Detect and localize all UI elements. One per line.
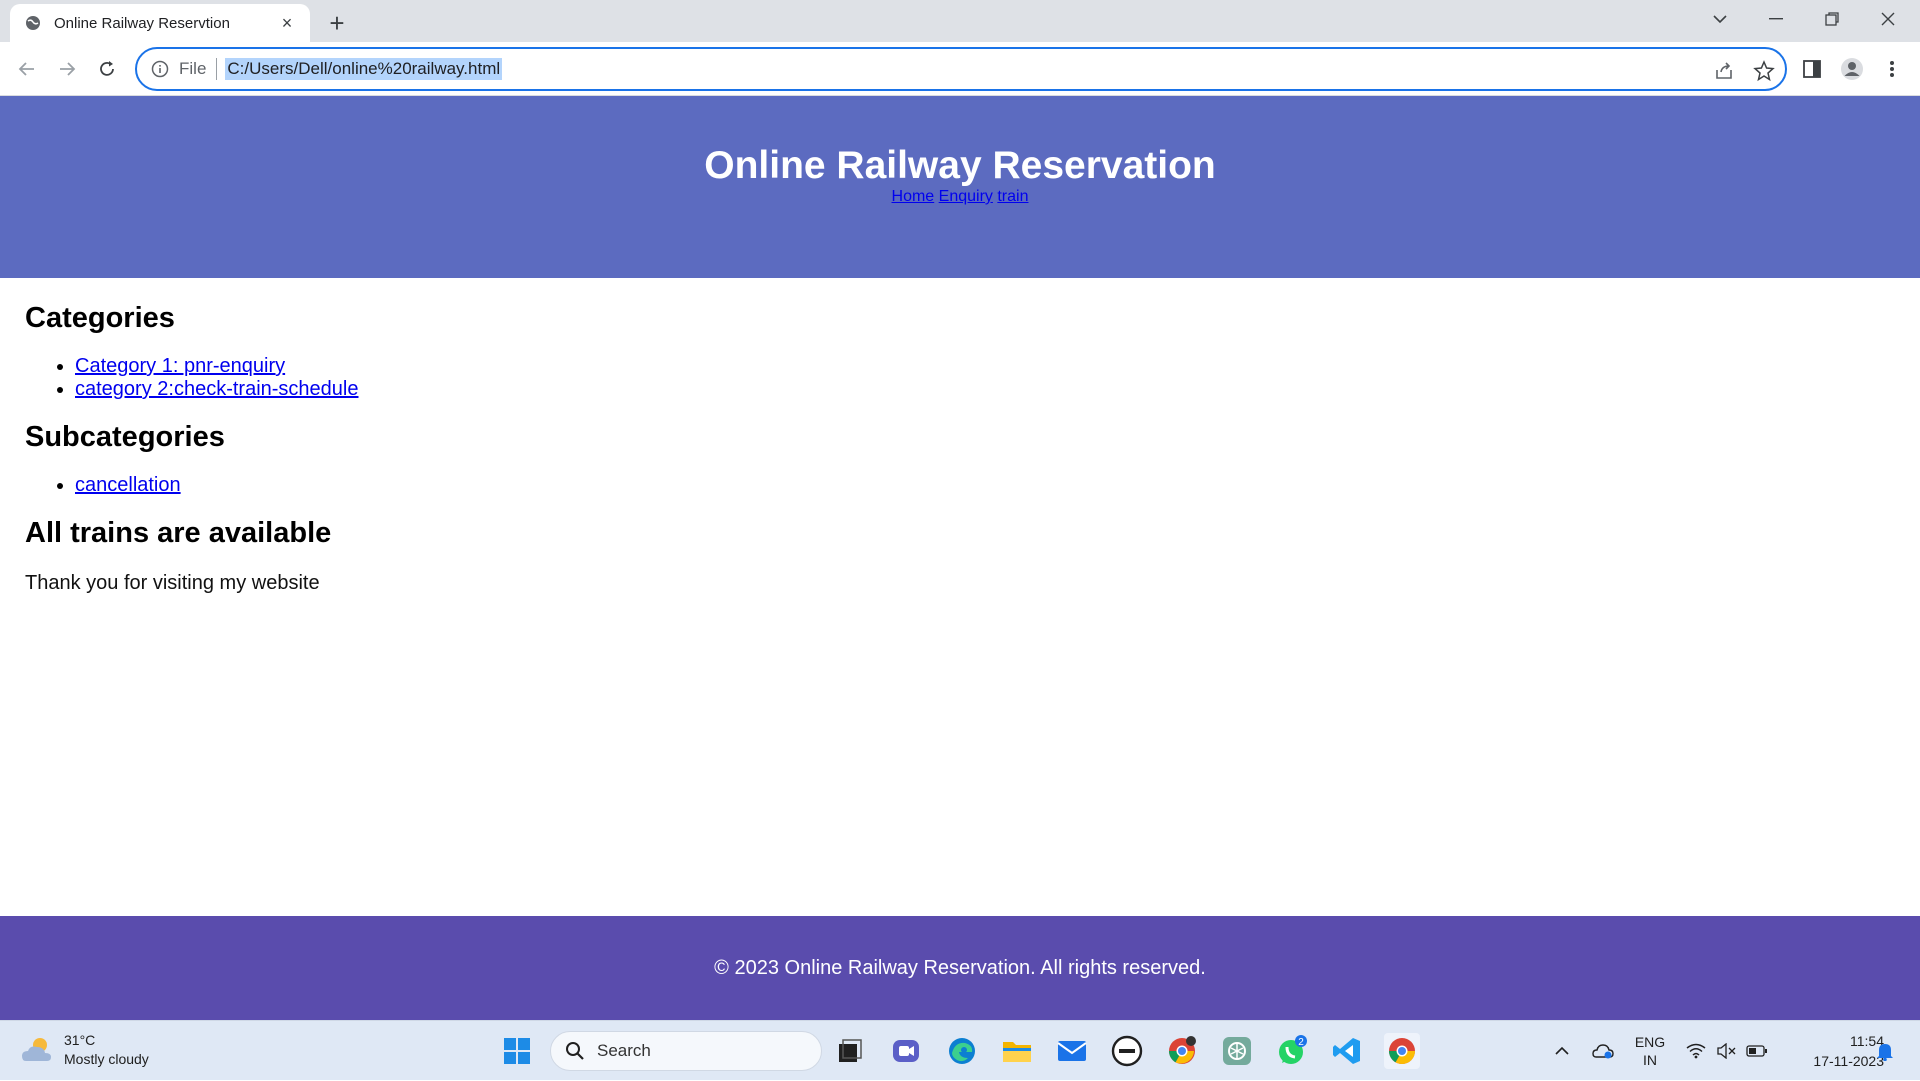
- windows-start-icon[interactable]: [499, 1033, 535, 1069]
- footer-copyright: © 2023 Online Railway Reservation. All r…: [714, 956, 1206, 979]
- side-panel-icon[interactable]: [1799, 56, 1825, 82]
- language-indicator[interactable]: ENG IN: [1628, 1021, 1672, 1081]
- cloudy-weather-icon: [22, 1038, 51, 1061]
- address-url[interactable]: C:/Users/Dell/online%20railway.html: [225, 58, 503, 80]
- task-view-icon[interactable]: [832, 1033, 868, 1069]
- category-link-train-schedule[interactable]: category 2:check-train-schedule: [75, 378, 358, 400]
- site-nav: Home Enquiry train: [0, 188, 1920, 206]
- mail-icon[interactable]: [1054, 1033, 1090, 1069]
- info-icon[interactable]: [151, 60, 169, 78]
- weather-condition: Mostly cloudy: [64, 1051, 149, 1067]
- profile-avatar-icon[interactable]: [1839, 56, 1865, 82]
- thanks-text: Thank you for visiting my website: [25, 572, 320, 594]
- more-menu-icon[interactable]: [1879, 56, 1905, 82]
- clock-date: 17-11-2023: [1813, 1053, 1884, 1069]
- lang-bottom: IN: [1643, 1052, 1657, 1068]
- site-header: Online Railway Reservation Home Enquiry …: [0, 96, 1920, 278]
- taskbar-clock[interactable]: 11:54 17-11-2023: [1784, 1031, 1884, 1071]
- lang-top: ENG: [1634, 1034, 1666, 1050]
- edge-browser-icon[interactable]: [944, 1033, 980, 1069]
- onedrive-cloud-icon[interactable]: [1589, 1021, 1617, 1081]
- dell-logo-icon[interactable]: [1109, 1033, 1145, 1069]
- whatsapp-icon[interactable]: 2: [1274, 1033, 1310, 1069]
- globe-icon: [24, 14, 42, 32]
- subcategories-list: cancellation: [75, 474, 1895, 497]
- browser-toolbar: File C:/Users/Dell/online%20railway.html: [0, 42, 1920, 96]
- main-content: Categories Category 1: pnr-enquiry categ…: [25, 278, 1895, 595]
- close-window-button[interactable]: [1860, 0, 1916, 38]
- minimize-button[interactable]: [1748, 0, 1804, 38]
- nav-link-enquiry[interactable]: Enquiry: [939, 188, 993, 205]
- new-tab-button[interactable]: +: [322, 8, 352, 38]
- speaker-muted-icon[interactable]: [1714, 1021, 1738, 1081]
- notification-bell-icon[interactable]: [1872, 1021, 1898, 1081]
- subcategories-heading: Subcategories: [25, 421, 225, 453]
- categories-list: Category 1: pnr-enquiry category 2:check…: [75, 355, 1895, 401]
- wifi-icon[interactable]: [1684, 1021, 1708, 1081]
- nav-link-train[interactable]: train: [997, 188, 1028, 205]
- categories-heading: Categories: [25, 302, 175, 334]
- chrome-profile-icon[interactable]: [1164, 1033, 1200, 1069]
- file-explorer-icon[interactable]: [999, 1033, 1035, 1069]
- trains-heading: All trains are available: [25, 517, 332, 549]
- whatsapp-badge: 2: [1298, 1037, 1304, 1048]
- reload-icon[interactable]: [92, 54, 122, 84]
- browser-tab-strip: Online Railway Reservtion × +: [0, 0, 1920, 42]
- back-arrow-icon[interactable]: [12, 54, 42, 84]
- address-bar[interactable]: File C:/Users/Dell/online%20railway.html: [135, 47, 1787, 91]
- weather-temp: 31°C: [64, 1032, 96, 1048]
- tab-title: Online Railway Reservtion: [54, 14, 230, 32]
- address-scheme: File: [179, 59, 207, 78]
- share-icon[interactable]: [1713, 60, 1735, 82]
- taskbar-search-label: Search: [597, 1041, 651, 1060]
- page-title: Online Railway Reservation: [704, 144, 1216, 187]
- list-item: Category 1: pnr-enquiry: [75, 355, 1895, 378]
- search-icon: [566, 1042, 584, 1060]
- teams-chat-icon[interactable]: [888, 1033, 924, 1069]
- nav-link-home[interactable]: Home: [892, 188, 935, 205]
- list-item: category 2:check-train-schedule: [75, 378, 1895, 401]
- taskbar-search[interactable]: Search: [550, 1031, 822, 1071]
- list-item: cancellation: [75, 474, 1895, 497]
- site-footer: © 2023 Online Railway Reservation. All r…: [0, 916, 1920, 1020]
- forward-arrow-icon[interactable]: [52, 54, 82, 84]
- address-separator: [216, 58, 218, 80]
- chrome-icon[interactable]: [1384, 1033, 1420, 1069]
- vscode-icon[interactable]: [1329, 1033, 1365, 1069]
- subcategory-link-cancellation[interactable]: cancellation: [75, 474, 181, 496]
- clock-time: 11:54: [1850, 1033, 1884, 1049]
- browser-tab[interactable]: Online Railway Reservtion ×: [10, 4, 310, 42]
- tab-close-icon[interactable]: ×: [278, 13, 296, 33]
- category-link-pnr-enquiry[interactable]: Category 1: pnr-enquiry: [75, 355, 285, 377]
- battery-icon[interactable]: [1744, 1021, 1770, 1081]
- weather-widget[interactable]: 31°C Mostly cloudy: [20, 1031, 149, 1069]
- chevron-up-icon[interactable]: [1550, 1021, 1574, 1081]
- taskbar: 31°C Mostly cloudy Search 2 ENG IN 11:54…: [0, 1020, 1920, 1080]
- chatgpt-icon[interactable]: [1219, 1033, 1255, 1069]
- restore-button[interactable]: [1804, 0, 1860, 38]
- tab-search-chevron-icon[interactable]: [1692, 0, 1748, 38]
- bookmark-star-icon[interactable]: [1753, 60, 1775, 82]
